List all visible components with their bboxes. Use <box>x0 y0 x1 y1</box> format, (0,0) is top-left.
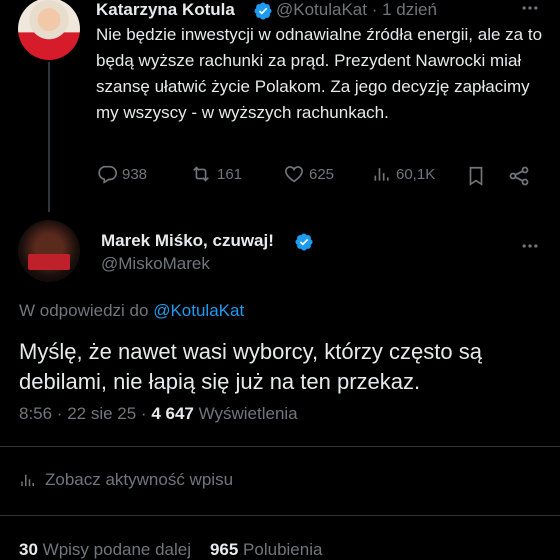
author-handle[interactable]: @MiskoMarek <box>101 254 210 274</box>
tweet-text: Nie będzie inwestycji w odnawialne źródł… <box>96 25 543 122</box>
likes-count[interactable]: 965 <box>210 540 238 559</box>
reply-count: 938 <box>122 165 148 183</box>
author-name[interactable]: Marek Miśko, czuwaj! <box>101 231 274 251</box>
analytics-icon <box>374 168 389 181</box>
reply-icon <box>98 165 117 184</box>
repost-count: 161 <box>217 165 243 183</box>
like-button[interactable]: 625 <box>283 163 334 185</box>
more-icon[interactable] <box>520 0 540 18</box>
in-reply-to: W odpowiedzi do @KotulaKat <box>19 301 244 321</box>
like-count: 625 <box>309 165 335 183</box>
avatar[interactable] <box>18 220 80 282</box>
tweet-time[interactable]: 8:56 · 22 sie 25 · <box>19 404 147 423</box>
tweet-time[interactable]: · 1 dzień <box>372 0 437 19</box>
repost-icon <box>193 166 209 182</box>
author-name[interactable]: Katarzyna Kotula <box>96 0 235 20</box>
reply-button[interactable]: 938 <box>96 163 147 185</box>
views-count: 4 647 <box>151 404 194 423</box>
verified-badge-icon <box>295 233 313 251</box>
tweet-text: Myślę, że nawet wasi wyborcy, którzy czę… <box>19 339 482 394</box>
analytics-icon <box>21 474 34 486</box>
bookmark-icon[interactable] <box>465 164 487 188</box>
avatar-badge-icon <box>28 254 70 270</box>
thread-line <box>48 62 50 212</box>
views-count: 60,1K <box>396 165 436 183</box>
tweet-meta: 8:56 · 22 sie 25 · 4 647 Wyświetlenia <box>19 404 298 424</box>
engagement-stats: 30 Wpisy podane dalej 965 Polubienia <box>19 540 322 560</box>
share-icon[interactable] <box>507 164 531 188</box>
likes-label[interactable]: Polubienia <box>243 540 322 559</box>
repost-button[interactable]: 161 <box>189 163 242 185</box>
views-button[interactable]: 60,1K <box>372 163 435 185</box>
in-reply-prefix: W odpowiedzi do <box>19 301 149 320</box>
heart-icon <box>284 166 304 183</box>
activity-label: Zobacz aktywność wpisu <box>45 470 234 489</box>
verified-badge-icon <box>254 2 272 20</box>
more-icon[interactable] <box>520 236 540 256</box>
handle-text: @KotulaKat <box>276 0 367 19</box>
views-label: Wyświetlenia <box>198 404 298 423</box>
reposts-label[interactable]: Wpisy podane dalej <box>43 540 191 559</box>
avatar[interactable] <box>18 0 80 60</box>
in-reply-handle-link[interactable]: @KotulaKat <box>153 301 244 320</box>
post-activity-link[interactable]: Zobacz aktywność wpisu <box>19 470 233 490</box>
reposts-count[interactable]: 30 <box>19 540 38 559</box>
divider <box>0 515 560 516</box>
divider <box>0 446 560 447</box>
author-handle[interactable]: @KotulaKat · 1 dzień <box>276 0 437 20</box>
